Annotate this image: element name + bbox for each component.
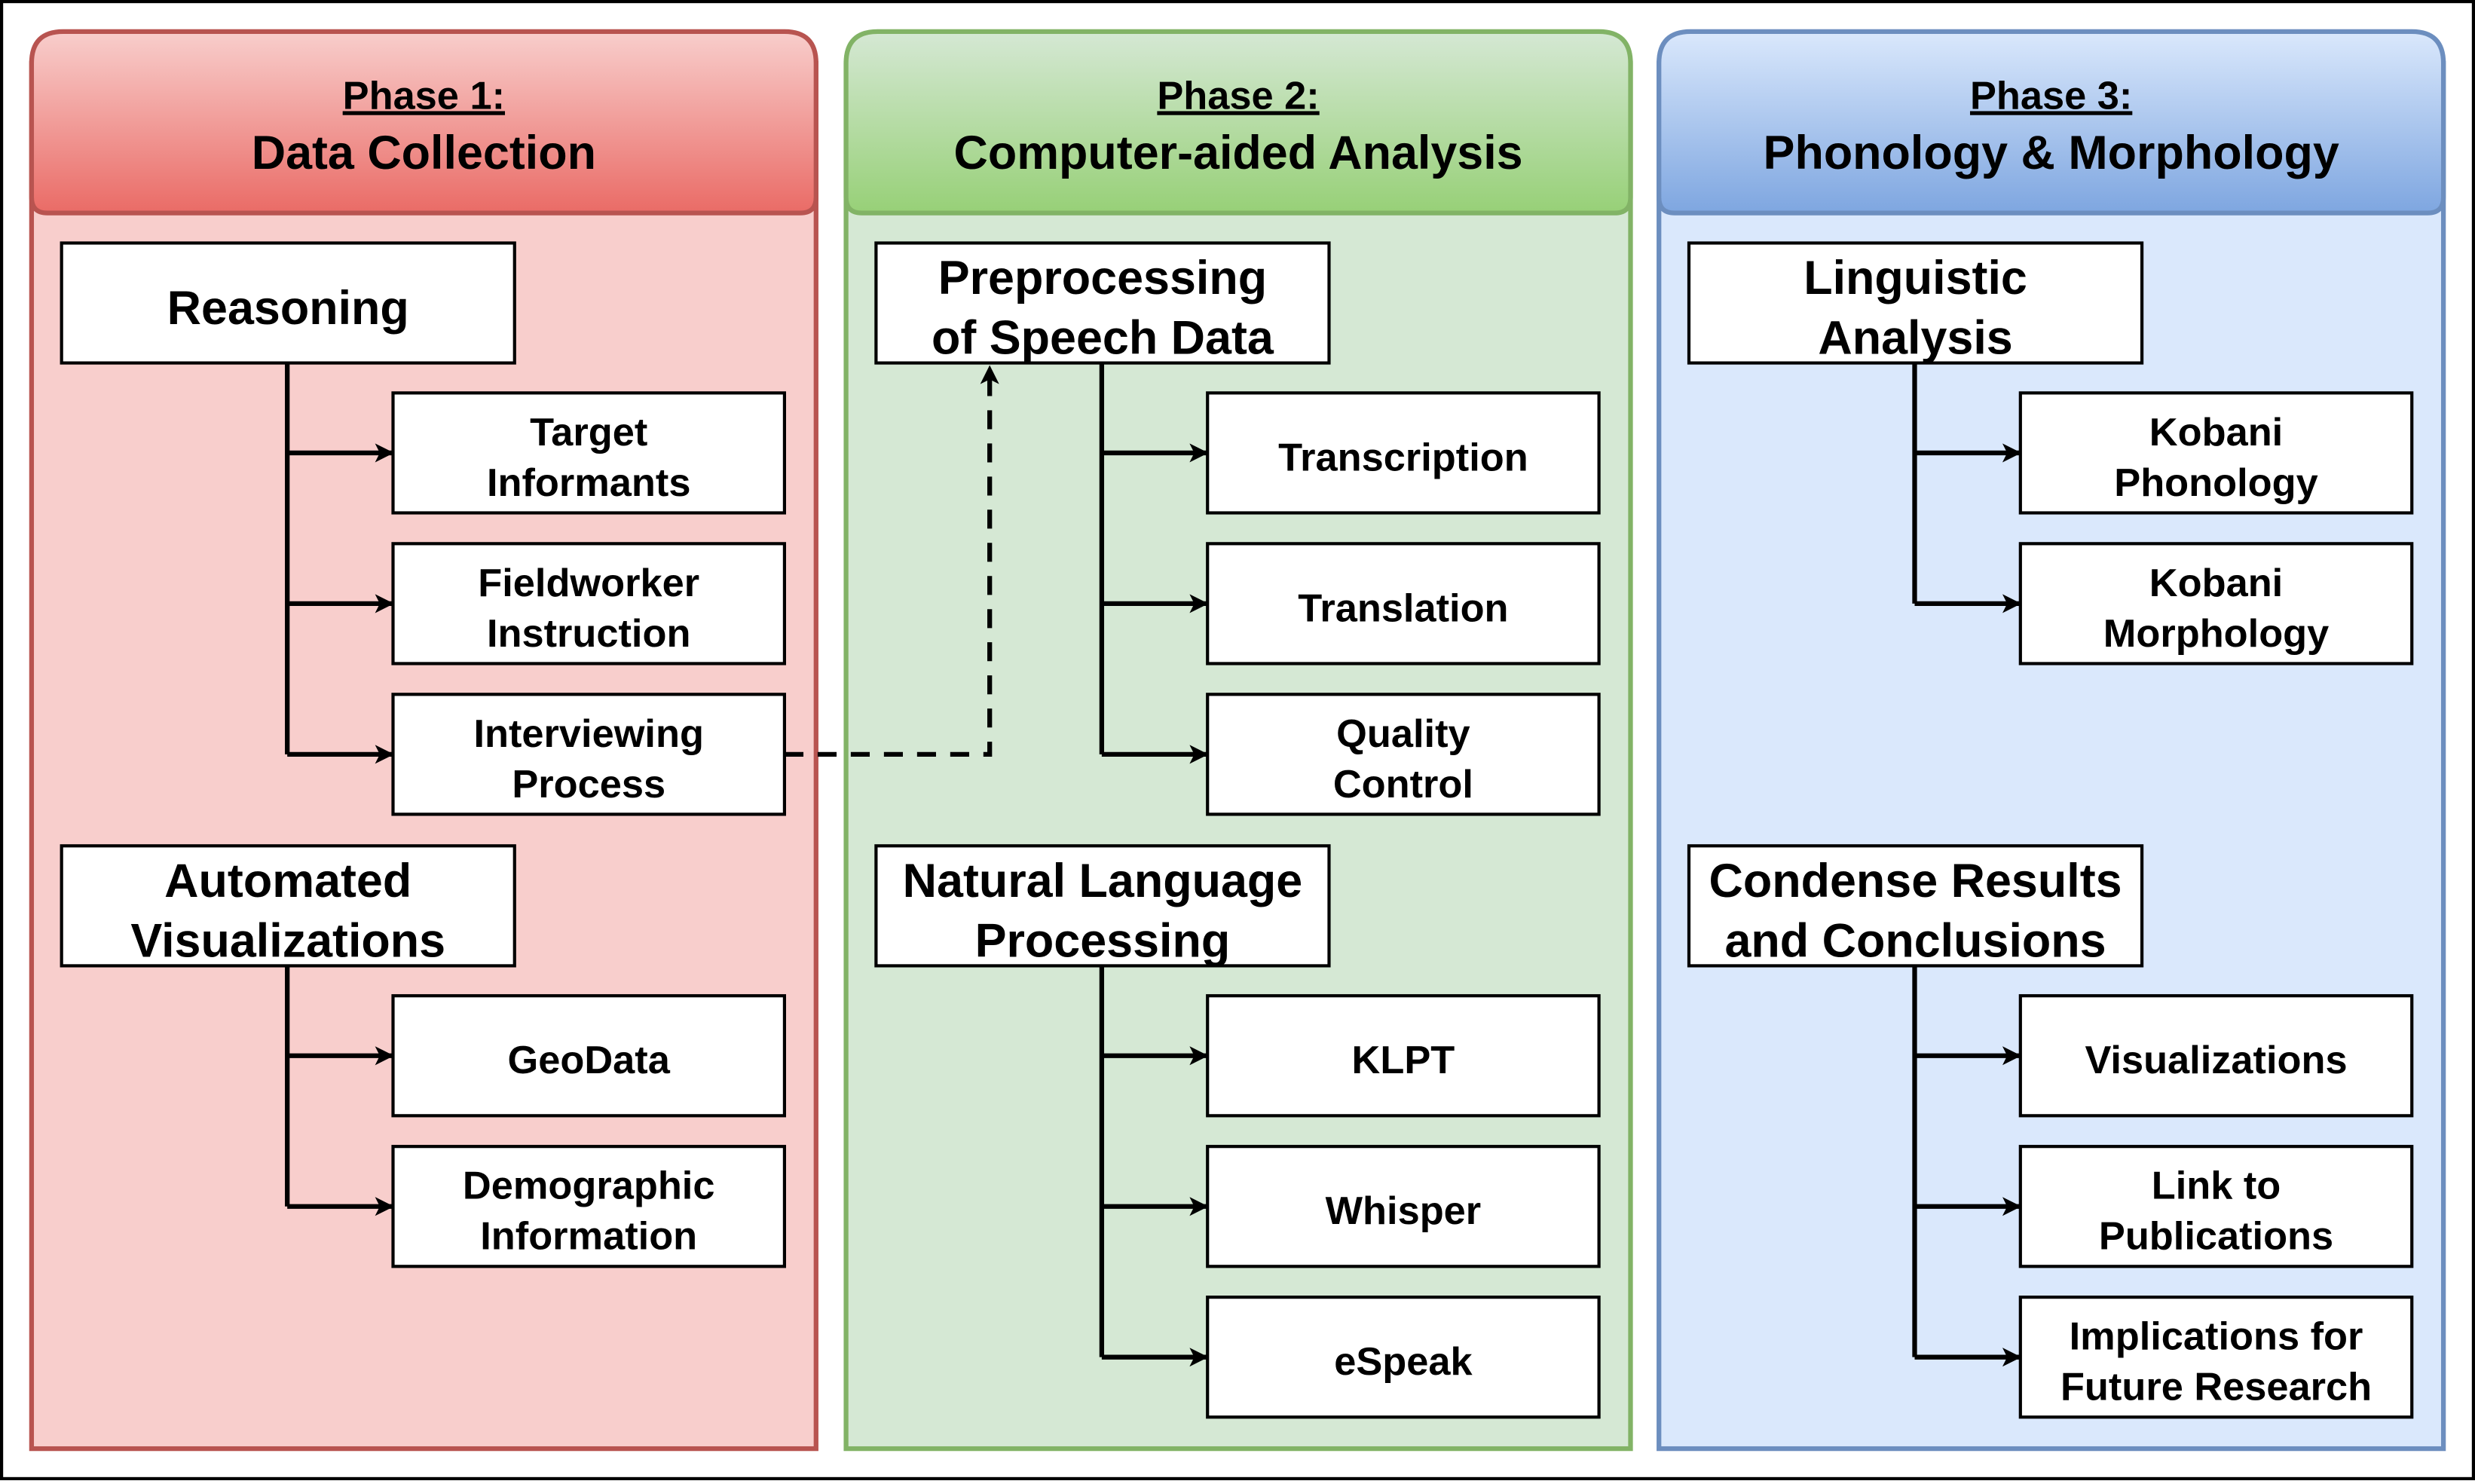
subtask-label: Transcription — [1278, 436, 1528, 479]
subtask-label: eSpeak — [1334, 1340, 1473, 1384]
phase-panel-3: Phase 3:Phonology & MorphologyLinguistic… — [1657, 29, 2446, 1452]
phase-panel-1: Phase 1:Data CollectionReasoningTarget In… — [29, 29, 818, 1452]
subtask-label: GeoData — [508, 1039, 671, 1082]
phase-title: Phonology & Morphology — [1764, 127, 2339, 179]
diagram-canvas: Phase 1: Data Collection Reasoning Target In… — [0, 0, 2475, 1480]
phase-panel-2: Phase 2:Computer-aided AnalysisPreproces… — [843, 29, 1633, 1452]
subtask-label: KLPT — [1352, 1039, 1455, 1082]
phase-header — [843, 29, 1633, 216]
phase-label: Phase 1: — [343, 74, 505, 118]
phase-label: Phase 3: — [1970, 74, 2132, 118]
subtask-label: Whisper — [1326, 1189, 1482, 1233]
phase-title: Computer-aided Analysis — [953, 127, 1522, 179]
phase-label: Phase 2: — [1157, 74, 1319, 118]
phase-title: Data Collection — [252, 127, 596, 179]
parent-task-label: Reasoning — [167, 282, 409, 335]
workflow-diagram: Phase 1:Data CollectionReasoningTarget In… — [0, 0, 2475, 1480]
phase-header — [29, 29, 818, 216]
subtask-label: Visualizations — [2085, 1039, 2347, 1082]
phase-header — [1657, 29, 2446, 216]
subtask-label: Translation — [1298, 586, 1508, 630]
